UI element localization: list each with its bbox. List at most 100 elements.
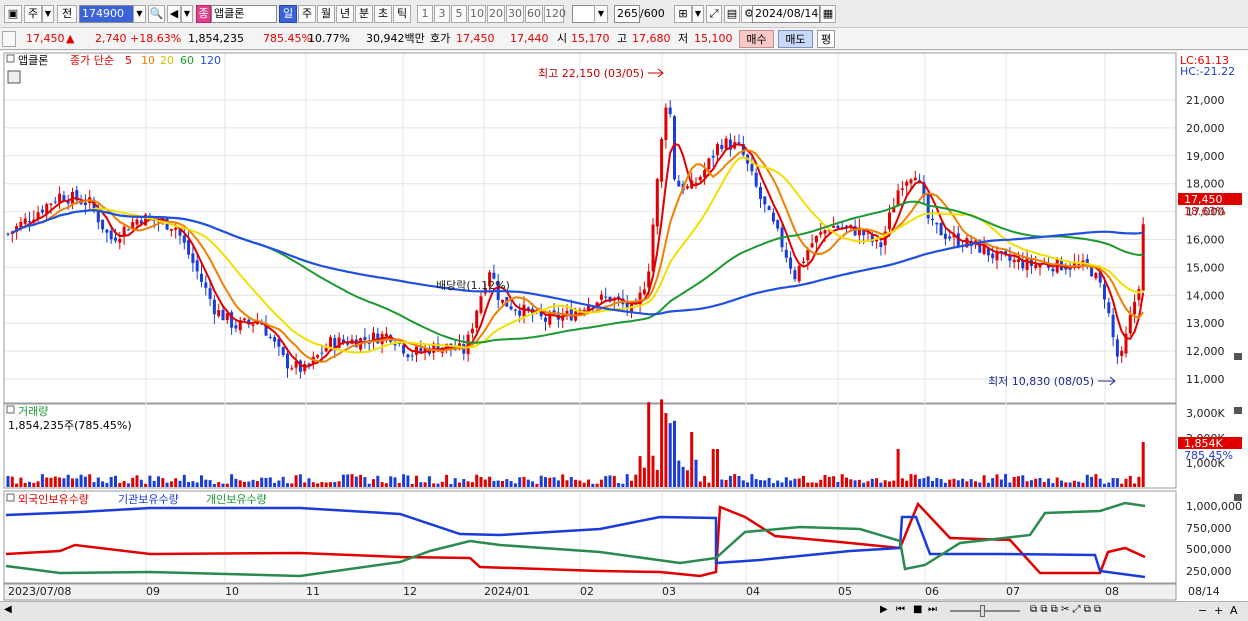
save-icon[interactable]: ▤ (724, 5, 740, 23)
candle-body (470, 328, 474, 334)
volume-legend-box-icon[interactable] (6, 405, 15, 414)
layout-tool-icons[interactable]: ⧉ ⧉ ⧉ ✂ ⤢ ⧉ ⧉ (1030, 604, 1101, 615)
volume-bar (539, 475, 543, 487)
volume-bar (544, 477, 547, 487)
interval-button-120[interactable]: 120 (544, 5, 566, 23)
volume-bar (857, 479, 861, 487)
volume-bar (681, 466, 685, 487)
zoom-out-icon[interactable]: − (1198, 604, 1207, 617)
chart-area[interactable]: 21,000 20,000 19,000 18,000 17,000 16,000 15,0… (0, 51, 1248, 601)
zoom-slider-thumb[interactable] (980, 605, 985, 617)
chart-tool-icon[interactable]: ⊞ (674, 5, 692, 23)
zoom-slider[interactable] (950, 610, 1020, 612)
volume-bar (131, 477, 135, 487)
holding-panel-close-icon[interactable] (1234, 494, 1242, 501)
candle-body (1090, 266, 1094, 277)
period-button-2[interactable]: 월 (317, 5, 335, 23)
prev-button[interactable]: 전 (57, 5, 77, 23)
fast-forward-icon[interactable]: ⏭ (928, 604, 937, 615)
volume-bar (1077, 481, 1081, 487)
candle-body (750, 164, 754, 172)
window-menu-icon[interactable]: ▣ (4, 5, 22, 23)
scroll-left-icon[interactable]: ◀ (4, 604, 12, 615)
candle-body (819, 232, 823, 235)
volume-bar (277, 480, 281, 487)
price-y-tick: 18,000 (1186, 178, 1225, 191)
interval-button-10[interactable]: 10 (468, 5, 486, 23)
legend-box-icon[interactable] (6, 54, 15, 63)
rewind-icon[interactable]: ⏮ (896, 604, 905, 615)
candle-body (810, 243, 814, 248)
candle-body (1051, 268, 1055, 272)
period-button-3[interactable]: 년 (336, 5, 354, 23)
period-button-0[interactable]: 일 (279, 5, 297, 23)
code-dropdown-icon[interactable]: ▼ (133, 5, 146, 23)
line-tool-icon[interactable]: ⤢ (706, 5, 722, 23)
volume-bar (1111, 477, 1115, 487)
candle-body (174, 227, 178, 230)
interval-button-60[interactable]: 60 (525, 5, 543, 23)
interval-button-1[interactable]: 1 (417, 5, 433, 23)
volume-bar (255, 481, 259, 487)
volume-bar (587, 479, 590, 487)
candle-body (6, 233, 10, 235)
candle-body (28, 220, 31, 223)
interval-button-3[interactable]: 3 (434, 5, 450, 23)
volume-bar (728, 475, 732, 487)
volume-bar (625, 474, 629, 487)
buy-button[interactable]: 매수 (739, 30, 774, 48)
candle-body (169, 229, 173, 231)
volume-bar (307, 478, 311, 487)
candle-body (109, 230, 113, 240)
candle-body (789, 257, 793, 269)
interval-button-30[interactable]: 30 (506, 5, 524, 23)
count-input[interactable]: 265 (614, 5, 640, 23)
price-panel-close-icon[interactable] (1234, 353, 1242, 360)
calendar-icon[interactable]: ▦ (820, 5, 836, 23)
volume-bar (961, 478, 965, 487)
candle-body (200, 273, 203, 282)
volume-bar (290, 483, 294, 487)
search-icon[interactable]: 🔍 (148, 5, 165, 23)
data-table-icon[interactable] (7, 70, 21, 84)
volume-bar (595, 483, 599, 487)
volume-bar (1038, 478, 1042, 487)
scroll-right-icon[interactable]: ▶ (880, 604, 888, 615)
interval-button-5[interactable]: 5 (451, 5, 467, 23)
candle-body (660, 138, 664, 182)
volume-bar (651, 455, 655, 487)
volume-bar (453, 478, 457, 487)
period-button-6[interactable]: 틱 (393, 5, 411, 23)
eval-button[interactable]: 평 (817, 30, 835, 48)
candle-body (195, 260, 199, 272)
sound-dropdown-icon[interactable]: ▼ (181, 5, 193, 23)
holding-legend-box-icon[interactable] (6, 493, 15, 502)
volume-panel-close-icon[interactable] (1234, 407, 1242, 414)
interval-button-20[interactable]: 20 (487, 5, 505, 23)
volume-bar (354, 476, 358, 487)
interval-dropdown-icon[interactable]: ▼ (594, 5, 608, 23)
stop-icon[interactable]: ■ (913, 604, 922, 615)
volume-bar (182, 474, 186, 487)
zoom-in-icon[interactable]: + (1214, 604, 1223, 617)
stock-name-field[interactable]: 앱클론 (211, 5, 277, 23)
period-button-4[interactable]: 분 (355, 5, 373, 23)
sound-icon[interactable]: ◀ (167, 5, 181, 23)
holding-y-tick: 750,000 (1186, 522, 1232, 535)
volume-bar (1060, 480, 1063, 487)
quote-checkbox[interactable] (2, 31, 16, 47)
stock-type-dropdown-icon[interactable]: ▼ (42, 5, 54, 23)
sell-button[interactable]: 매도 (778, 30, 813, 48)
chart-tool-dropdown-icon[interactable]: ▼ (692, 5, 704, 23)
stock-type-button[interactable]: 주 (24, 5, 42, 23)
volume-bar (522, 476, 526, 487)
volume-bar (389, 476, 393, 487)
auto-scale-icon[interactable]: A (1230, 604, 1238, 617)
period-button-5[interactable]: 초 (374, 5, 392, 23)
volume-bar (208, 480, 212, 487)
period-button-1[interactable]: 주 (298, 5, 316, 23)
date-input[interactable]: 2024/08/14 (752, 5, 820, 23)
volume-bar (251, 479, 255, 487)
x-axis-tick: 11 (306, 585, 320, 598)
volume-bar (329, 482, 332, 487)
